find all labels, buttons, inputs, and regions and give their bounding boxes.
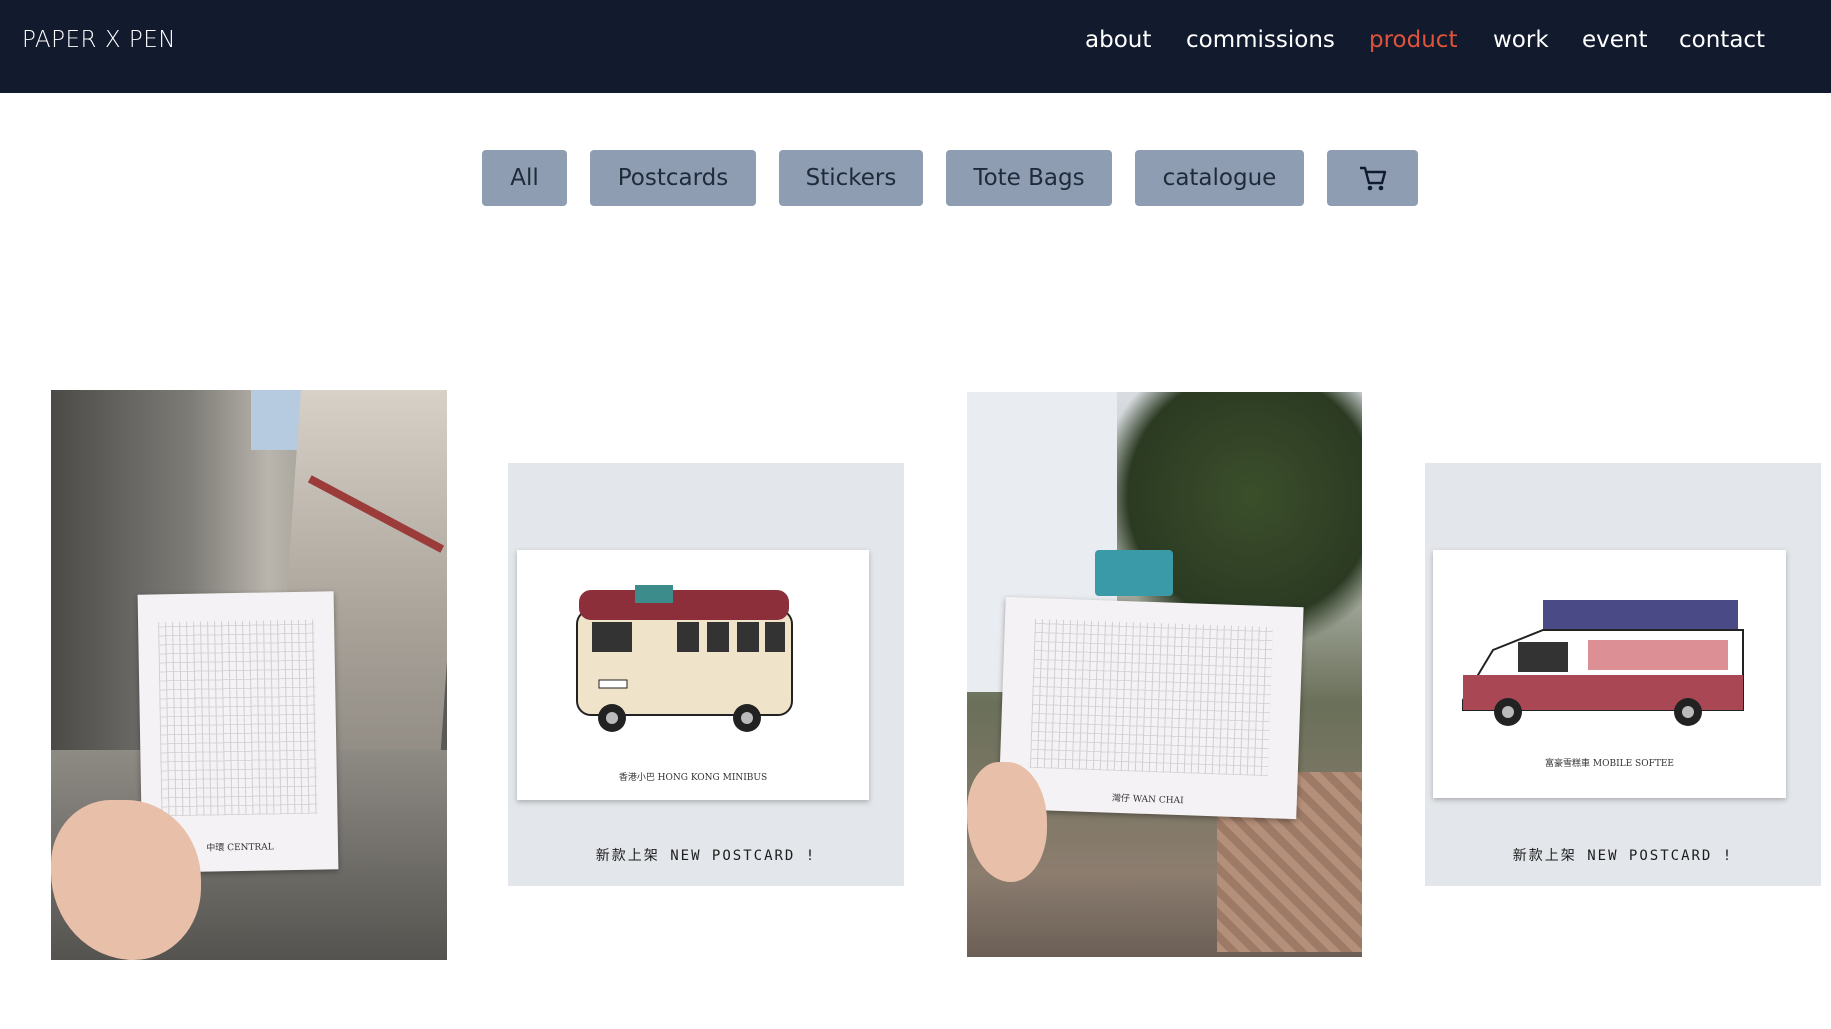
postcard-minibus: 香港小巴 HONG KONG MINIBUS <box>517 550 869 800</box>
filter-catalogue-button[interactable]: catalogue <box>1135 150 1304 206</box>
shopping-cart-icon <box>1358 164 1388 192</box>
filter-tote-bags-button[interactable]: Tote Bags <box>946 150 1112 206</box>
ice-cream-van-illustration <box>1462 600 1744 726</box>
nav-commissions[interactable]: commissions <box>1186 27 1335 53</box>
gallery-postcard-mobile-softee[interactable]: 富豪雪糕車 MOBILE SOFTEE 新款上架 NEW POSTCARD ! <box>1425 463 1821 886</box>
cart-button[interactable] <box>1327 150 1418 206</box>
site-logo[interactable]: PAPER X PEN <box>22 27 176 53</box>
hand <box>967 762 1047 882</box>
filter-all-button[interactable]: All <box>482 150 567 206</box>
nav-about[interactable]: about <box>1085 27 1151 53</box>
gallery-photo-wanchai[interactable]: 灣仔 WAN CHAI <box>967 392 1362 957</box>
postcard-tagline: 新款上架 NEW POSTCARD ! <box>1512 848 1734 864</box>
nav-contact[interactable]: contact <box>1679 27 1765 53</box>
nav-product[interactable]: product <box>1369 27 1457 53</box>
minibus-illustration <box>576 585 793 732</box>
postcard-mobile-softee: 富豪雪糕車 MOBILE SOFTEE <box>1433 550 1786 798</box>
gallery-photo-central[interactable]: 中環 CENTRAL <box>51 390 447 960</box>
postcard-caption: 香港小巴 HONG KONG MINIBUS <box>618 773 768 783</box>
postcard-tagline: 新款上架 NEW POSTCARD ! <box>595 848 817 864</box>
nav-work[interactable]: work <box>1493 27 1549 53</box>
top-nav-bar: PAPER X PEN about commissions product wo… <box>0 0 1831 93</box>
nav-event[interactable]: event <box>1582 27 1648 53</box>
postcard-caption: 富豪雪糕車 MOBILE SOFTEE <box>1545 759 1674 769</box>
gallery-postcard-minibus[interactable]: 香港小巴 HONG KONG MINIBUS 新款上架 NEW POSTCARD… <box>508 463 904 886</box>
filter-stickers-button[interactable]: Stickers <box>779 150 923 206</box>
postcard-in-hand: 灣仔 WAN CHAI <box>998 596 1304 820</box>
filter-postcards-button[interactable]: Postcards <box>590 150 756 206</box>
